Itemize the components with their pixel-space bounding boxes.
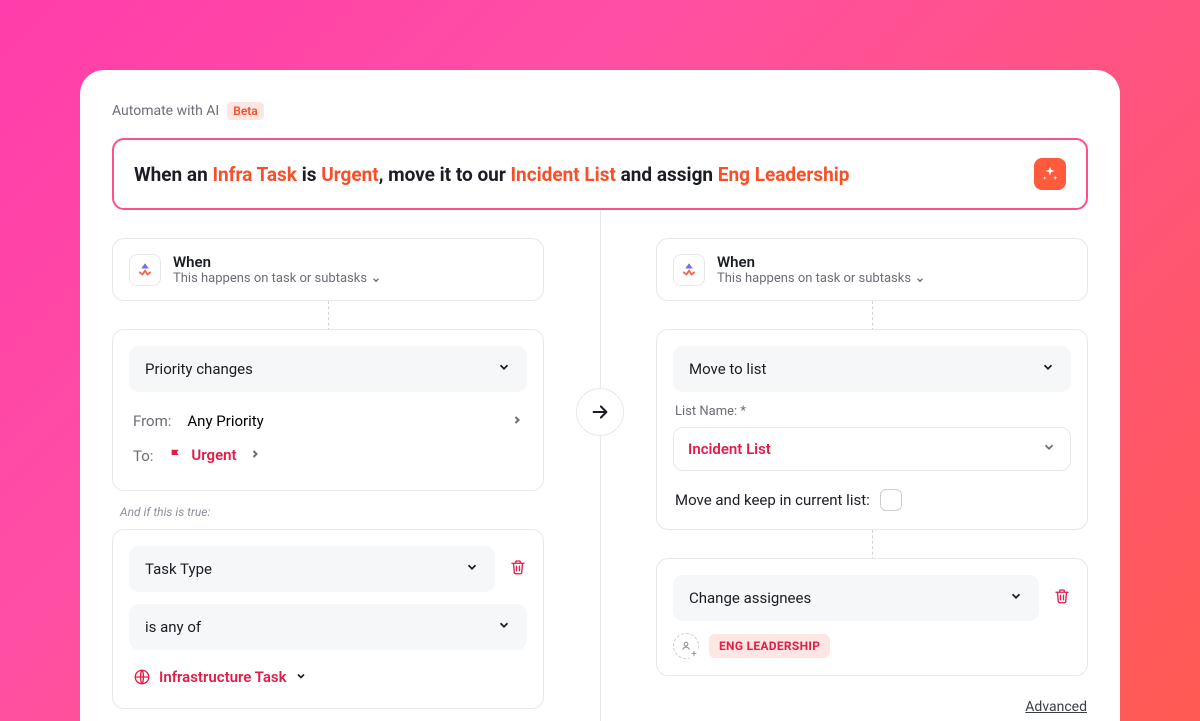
list-select[interactable]: Incident List xyxy=(673,427,1071,471)
delete-action-button[interactable] xyxy=(1053,587,1071,609)
trigger-column: When This happens on task or subtasks Pr… xyxy=(112,238,600,721)
chevron-down-icon xyxy=(497,360,511,378)
keep-in-list-checkbox[interactable] xyxy=(880,489,902,511)
keep-in-list-row: Move and keep in current list: xyxy=(673,487,1071,513)
condition-field-select[interactable]: Task Type xyxy=(129,546,495,592)
chevron-right-icon xyxy=(511,412,523,430)
sparkle-icon xyxy=(1041,165,1059,183)
chevron-down-icon xyxy=(371,274,381,284)
from-row[interactable]: From: Any Priority xyxy=(129,404,527,438)
when-label: When xyxy=(717,253,925,271)
assignee-chip[interactable]: ENG LEADERSHIP xyxy=(709,634,830,658)
beta-badge: Beta xyxy=(227,102,264,120)
automation-panel: Automate with AI Beta When an Infra Task… xyxy=(80,70,1120,721)
flag-icon xyxy=(169,448,183,462)
prompt-text: When an Infra Task is Urgent, move it to… xyxy=(134,163,849,186)
header: Automate with AI Beta xyxy=(112,102,1088,120)
priority-trigger-card: Priority changes From: Any Priority To: xyxy=(112,329,544,491)
when-label: When xyxy=(173,253,381,271)
action-column: When This happens on task or subtasks Mo… xyxy=(600,238,1088,721)
chevron-down-icon xyxy=(915,274,925,284)
chevron-down-icon xyxy=(1042,440,1056,458)
condition-op-select[interactable]: is any of xyxy=(129,604,527,650)
when-card[interactable]: When This happens on task or subtasks xyxy=(656,238,1088,301)
trash-icon xyxy=(1053,587,1071,605)
plus-icon: + xyxy=(688,648,700,660)
move-action-card: Move to list List Name: * Incident List … xyxy=(656,329,1088,530)
action-select[interactable]: Move to list xyxy=(673,346,1071,392)
list-name-label: List Name: * xyxy=(675,404,1071,419)
ai-generate-button[interactable] xyxy=(1034,158,1066,190)
add-assignee-button[interactable]: + xyxy=(673,633,699,659)
chevron-down-icon xyxy=(295,668,307,686)
when-subtext: This happens on task or subtasks xyxy=(173,271,381,286)
flow-arrow xyxy=(576,388,624,436)
assignee-action-card: Change assignees + xyxy=(656,558,1088,676)
header-title: Automate with AI xyxy=(112,103,219,119)
clickup-icon xyxy=(673,254,705,286)
to-row[interactable]: To: Urgent xyxy=(129,438,527,474)
advanced-link[interactable]: Advanced xyxy=(1025,699,1087,715)
condition-value-row[interactable]: Infrastructure Task xyxy=(129,662,527,692)
trash-icon xyxy=(509,558,527,576)
chevron-down-icon xyxy=(1009,589,1023,607)
globe-icon xyxy=(133,668,151,686)
condition-hint: And if this is true: xyxy=(120,505,544,519)
clickup-icon xyxy=(129,254,161,286)
delete-condition-button[interactable] xyxy=(509,558,527,580)
assignee-action-select[interactable]: Change assignees xyxy=(673,575,1039,621)
when-card[interactable]: When This happens on task or subtasks xyxy=(112,238,544,301)
condition-card: Task Type is any of xyxy=(112,529,544,709)
ai-prompt-box[interactable]: When an Infra Task is Urgent, move it to… xyxy=(112,138,1088,210)
trigger-select[interactable]: Priority changes xyxy=(129,346,527,392)
chevron-down-icon xyxy=(465,560,479,578)
when-subtext: This happens on task or subtasks xyxy=(717,271,925,286)
chevron-down-icon xyxy=(1041,360,1055,378)
chevron-down-icon xyxy=(497,618,511,636)
arrow-right-icon xyxy=(589,401,611,423)
chevron-right-icon xyxy=(249,446,261,464)
